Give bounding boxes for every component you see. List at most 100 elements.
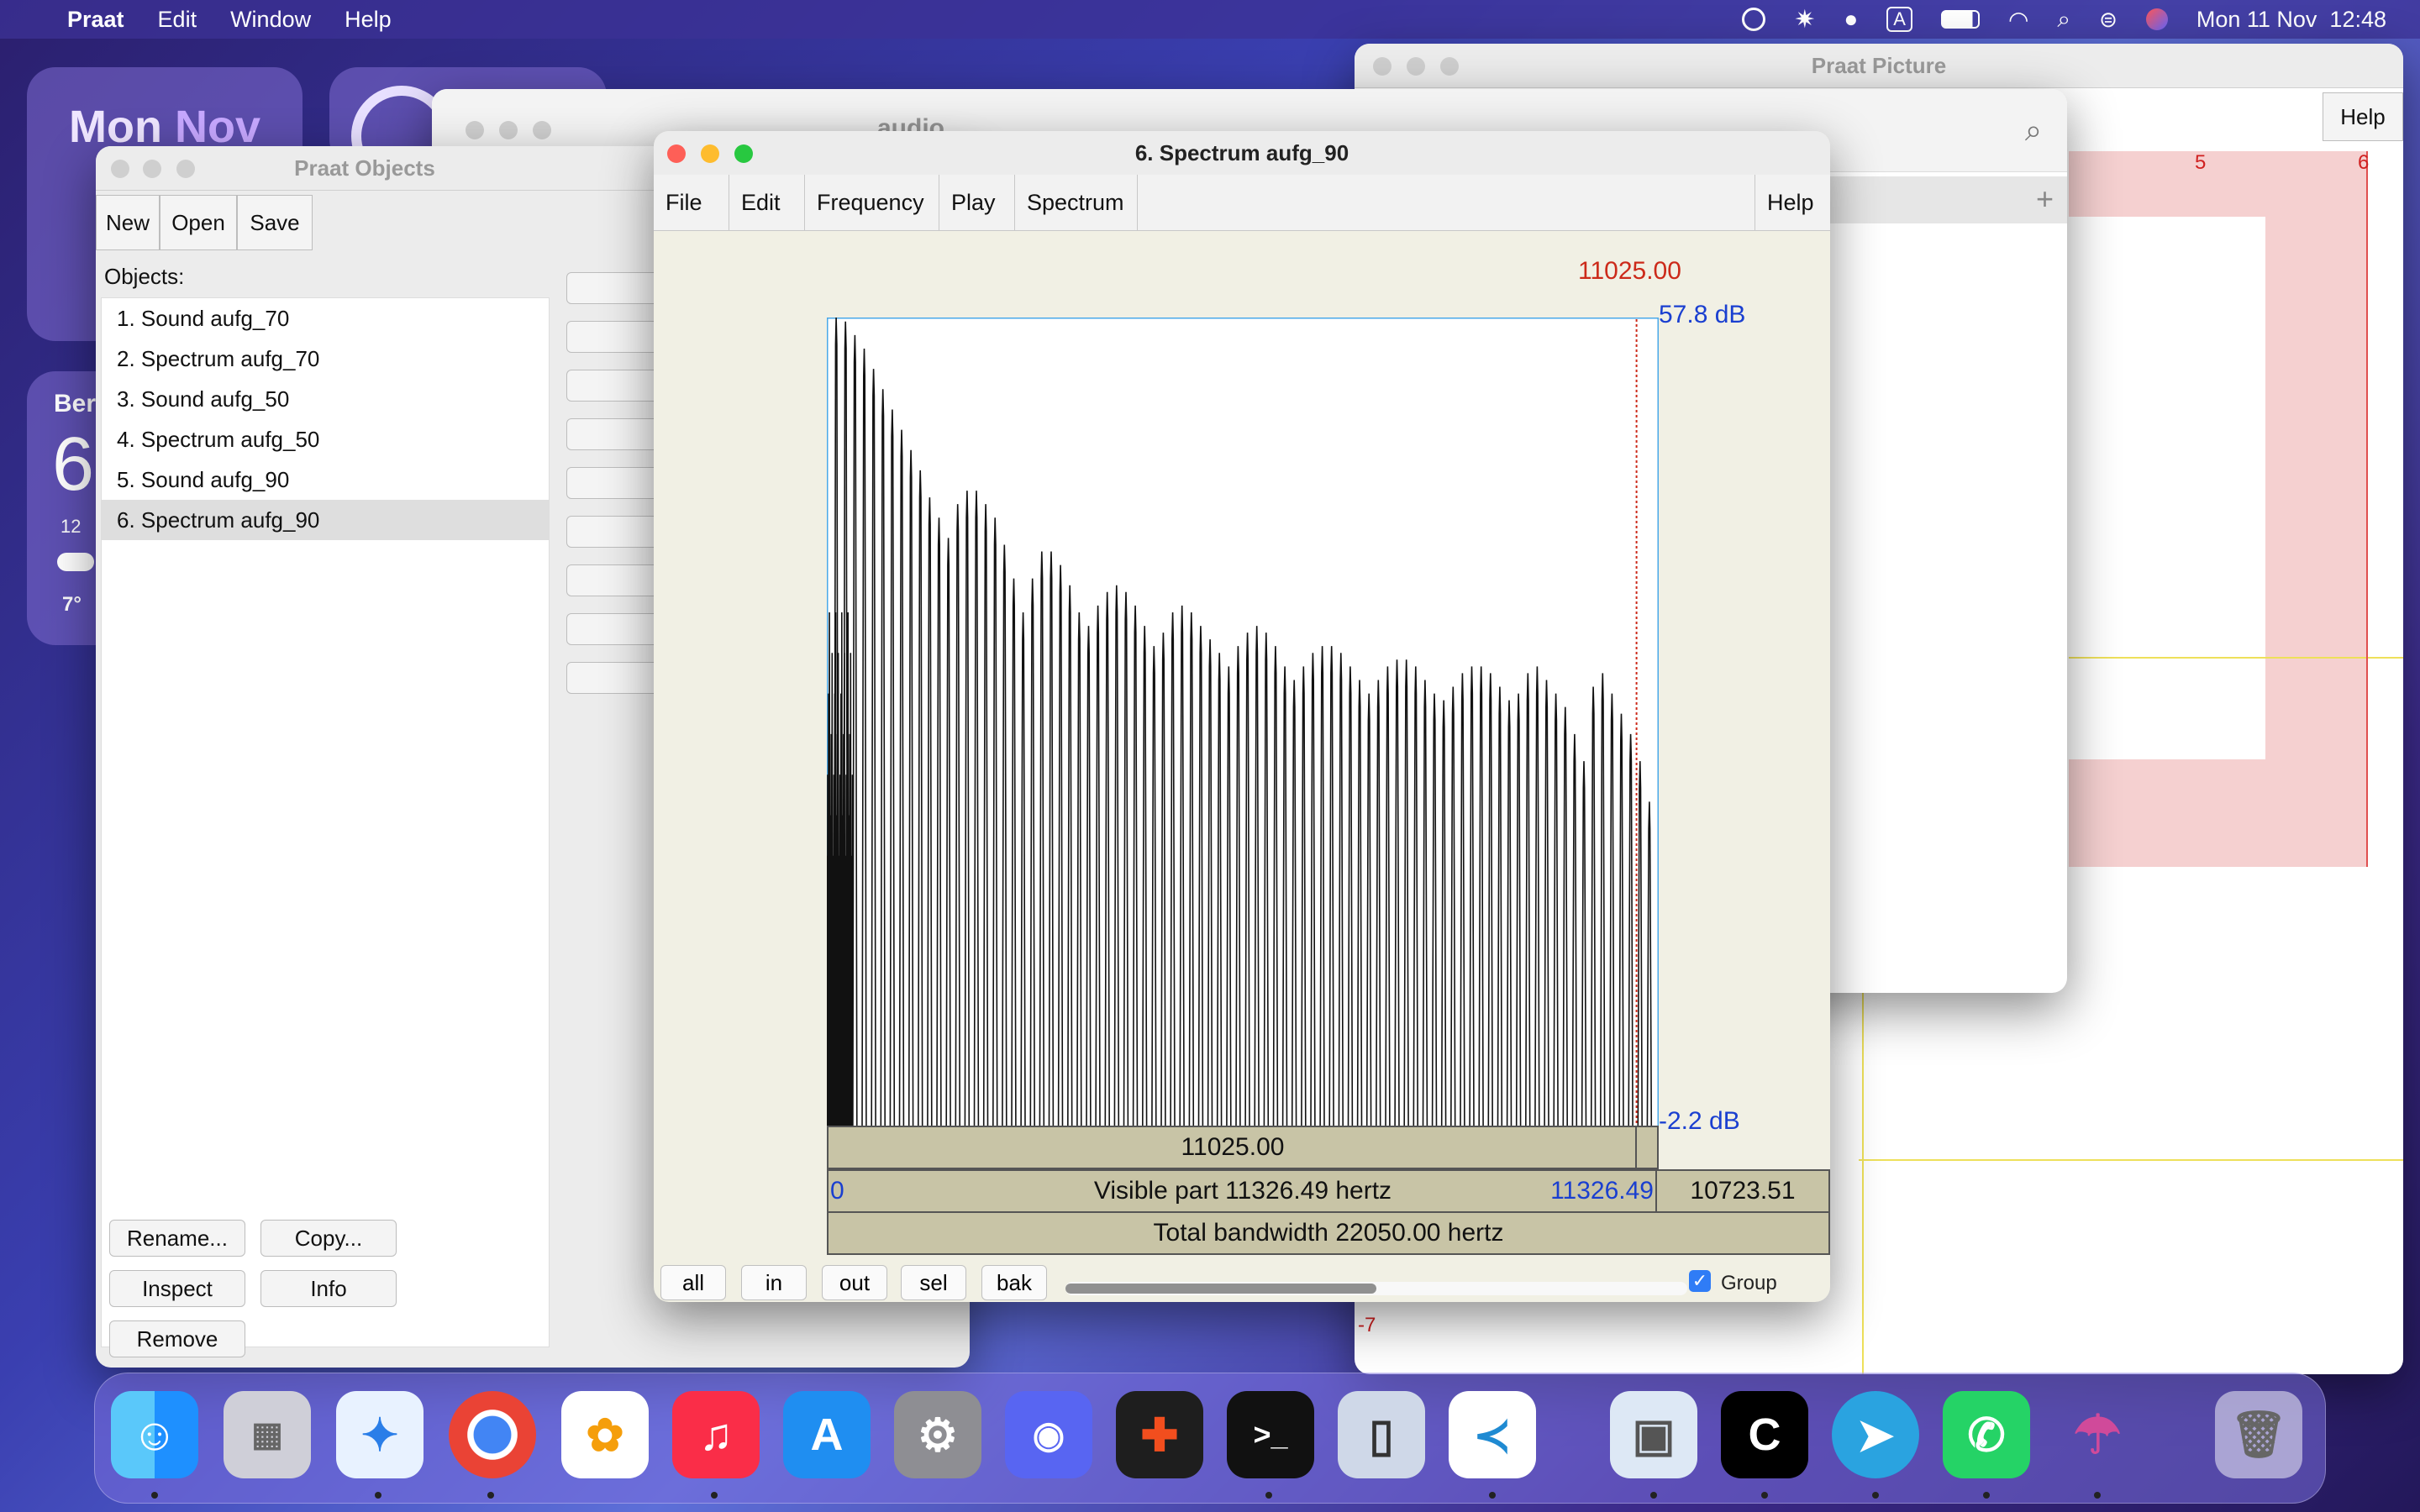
- right-part-value: 10723.51: [1690, 1177, 1796, 1205]
- picture-help-button[interactable]: Help: [2323, 92, 2403, 141]
- dynamic-button[interactable]: [566, 370, 659, 402]
- finder-search-icon[interactable]: ⌕: [2025, 113, 2042, 149]
- spectrum-window[interactable]: 6. Spectrum aufg_90 File Edit Frequency …: [654, 131, 1830, 1302]
- list-item[interactable]: 3. Sound aufg_50: [102, 379, 549, 419]
- zoom-sel-button[interactable]: sel: [901, 1265, 966, 1300]
- spectrum-menu[interactable]: Spectrum: [1015, 175, 1138, 230]
- dynamic-button[interactable]: [566, 272, 659, 304]
- horizontal-scrollbar[interactable]: [1065, 1282, 1687, 1295]
- save-menu[interactable]: Save: [237, 195, 313, 250]
- cursor-app-icon[interactable]: C: [1721, 1391, 1808, 1478]
- new-tab-icon[interactable]: +: [2036, 181, 2054, 217]
- objects-list[interactable]: 1. Sound aufg_70 2. Spectrum aufg_70 3. …: [101, 297, 550, 1347]
- cursor-bar[interactable]: 11025.00: [827, 1126, 1639, 1169]
- list-item[interactable]: 1. Sound aufg_70: [102, 298, 549, 339]
- dynamic-button[interactable]: [566, 564, 659, 596]
- spectrum-titlebar[interactable]: 6. Spectrum aufg_90: [654, 131, 1830, 176]
- whatsapp-icon[interactable]: ✆: [1943, 1391, 2030, 1478]
- running-indicator: [1265, 1492, 1272, 1499]
- edit-menu[interactable]: Edit: [729, 175, 805, 230]
- visible-part-bar[interactable]: 0 Visible part 11326.49 hertz 11326.49: [827, 1169, 1659, 1213]
- finder-icon[interactable]: ☺: [111, 1391, 198, 1478]
- running-indicator: [1872, 1492, 1879, 1499]
- cursor-bar-right[interactable]: [1635, 1126, 1659, 1169]
- zoom-all-button[interactable]: all: [660, 1265, 726, 1300]
- menu-window[interactable]: Window: [230, 7, 311, 33]
- visible-part-text: Visible part 11326.49 hertz: [1093, 1177, 1392, 1205]
- dynamic-button[interactable]: [566, 516, 659, 548]
- vscode-icon[interactable]: ≺: [1449, 1391, 1536, 1478]
- list-item[interactable]: 2. Spectrum aufg_70: [102, 339, 549, 379]
- list-item[interactable]: 5. Sound aufg_90: [102, 459, 549, 500]
- user-icon[interactable]: ●: [1844, 6, 1858, 33]
- group-checkbox[interactable]: ✓: [1689, 1270, 1711, 1292]
- siri-icon[interactable]: [2145, 8, 2168, 30]
- running-indicator: [487, 1492, 494, 1499]
- total-bandwidth-bar[interactable]: Total bandwidth 22050.00 hertz: [827, 1211, 1830, 1255]
- rename-button[interactable]: Rename...: [109, 1220, 245, 1257]
- info-button[interactable]: Info: [260, 1270, 397, 1307]
- running-indicator: [1489, 1492, 1496, 1499]
- discord-icon[interactable]: ◉: [1005, 1391, 1092, 1478]
- menu-bar: Praat Edit Window Help ✷ ● A ◠ ⌕ ⊜ Mon 1…: [0, 0, 2420, 39]
- telegram-icon[interactable]: ➤: [1832, 1391, 1919, 1478]
- terminal-icon[interactable]: >_: [1227, 1391, 1314, 1478]
- total-bandwidth-text: Total bandwidth 22050.00 hertz: [1153, 1219, 1504, 1247]
- spectrum-plot[interactable]: [827, 318, 1659, 1129]
- control-center-icon[interactable]: ⊜: [2099, 7, 2118, 33]
- menu-edit[interactable]: Edit: [158, 7, 197, 33]
- new-menu[interactable]: New: [96, 195, 160, 250]
- picture-red-vline: [2366, 151, 2368, 867]
- scrollbar-thumb[interactable]: [1065, 1284, 1376, 1294]
- copy-button[interactable]: Copy...: [260, 1220, 397, 1257]
- preview-icon[interactable]: ▣: [1610, 1391, 1697, 1478]
- brightness-icon[interactable]: ✷: [1794, 5, 1815, 34]
- safari-icon[interactable]: ✦: [336, 1391, 424, 1478]
- clock[interactable]: Mon 11 Nov 12:48: [2196, 7, 2386, 33]
- list-item[interactable]: 4. Spectrum aufg_50: [102, 419, 549, 459]
- figma-icon[interactable]: ✚: [1116, 1391, 1203, 1478]
- search-icon[interactable]: ⌕: [2057, 6, 2070, 34]
- top-db-label: 57.8 dB: [1659, 301, 1746, 328]
- list-item-selected[interactable]: 6. Spectrum aufg_90: [102, 500, 549, 540]
- inspect-button[interactable]: Inspect: [109, 1270, 245, 1307]
- launchpad-icon[interactable]: ▦: [224, 1391, 311, 1478]
- open-menu[interactable]: Open: [160, 195, 237, 250]
- iphone-mirroring-icon[interactable]: ▯: [1338, 1391, 1425, 1478]
- dynamic-button[interactable]: [566, 613, 659, 645]
- zoom-bak-button[interactable]: bak: [981, 1265, 1047, 1300]
- trash-icon[interactable]: 🗑: [2215, 1391, 2302, 1478]
- right-part-bar[interactable]: 10723.51: [1655, 1169, 1830, 1213]
- photos-icon[interactable]: ✿: [561, 1391, 649, 1478]
- minimize-button[interactable]: [499, 121, 518, 139]
- zoom-out-button[interactable]: out: [822, 1265, 887, 1300]
- record-icon[interactable]: [1742, 8, 1766, 31]
- picture-yellow-line: [2069, 657, 2403, 659]
- dynamic-buttons-column: [566, 272, 659, 711]
- cursor-label: 11025.00: [1578, 257, 1681, 285]
- dynamic-button[interactable]: [566, 662, 659, 694]
- spectrum-help-button[interactable]: Help: [1754, 175, 1830, 230]
- play-menu[interactable]: Play: [939, 175, 1015, 230]
- app-store-icon[interactable]: A: [783, 1391, 871, 1478]
- remove-button[interactable]: Remove: [109, 1320, 245, 1357]
- dynamic-button[interactable]: [566, 321, 659, 353]
- system-settings-icon[interactable]: ⚙: [894, 1391, 981, 1478]
- dynamic-button[interactable]: [566, 418, 659, 450]
- close-button[interactable]: [466, 121, 484, 139]
- visible-right-value: 11326.49: [1550, 1177, 1654, 1205]
- praat-icon[interactable]: ☂: [2054, 1391, 2141, 1478]
- dynamic-button[interactable]: [566, 467, 659, 499]
- chrome-icon[interactable]: [449, 1391, 536, 1478]
- wifi-icon[interactable]: ◠: [2008, 6, 2028, 34]
- zoom-button[interactable]: [533, 121, 551, 139]
- frequency-menu[interactable]: Frequency: [805, 175, 939, 230]
- menu-help[interactable]: Help: [345, 7, 392, 33]
- input-source-icon[interactable]: A: [1886, 7, 1912, 32]
- picture-titlebar[interactable]: Praat Picture: [1355, 44, 2403, 88]
- menu-app-name[interactable]: Praat: [67, 7, 124, 33]
- music-icon[interactable]: ♫: [672, 1391, 760, 1478]
- battery-icon[interactable]: [1940, 10, 1980, 29]
- zoom-in-button[interactable]: in: [741, 1265, 807, 1300]
- file-menu[interactable]: File: [654, 175, 729, 230]
